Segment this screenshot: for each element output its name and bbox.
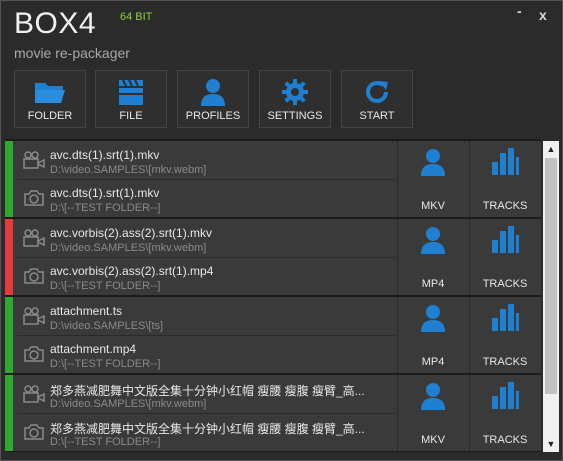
- profile-label: MKV: [421, 434, 445, 446]
- user-icon: [418, 147, 448, 182]
- tracks-label: TRACKS: [482, 356, 528, 368]
- profile-label: MP4: [421, 278, 445, 290]
- output-file-name: 郑多燕减肥舞中文版全集十分钟小红帽 瘦腰 瘦腹 瘦臂_高...: [50, 422, 365, 436]
- profile-button[interactable]: MKV: [397, 141, 468, 217]
- source-file-row[interactable]: 郑多燕减肥舞中文版全集十分钟小红帽 瘦腰 瘦腹 瘦臂_高... D:\video…: [17, 377, 395, 413]
- close-button[interactable]: x: [539, 7, 547, 23]
- output-file-row[interactable]: avc.dts(1).srt(1).mkv D:\[--TEST FOLDER-…: [17, 181, 395, 217]
- profiles-button[interactable]: PROFILES: [177, 70, 249, 128]
- output-file-path: D:\[--TEST FOLDER--]: [50, 280, 161, 292]
- row-divider: [17, 335, 395, 336]
- movie-camera-icon: [23, 385, 45, 408]
- output-file-name: avc.vorbis(2).ass(2).srt(1).mp4: [50, 264, 214, 278]
- output-file-path: D:\[--TEST FOLDER--]: [50, 436, 161, 448]
- output-file-name: avc.dts(1).srt(1).mkv: [50, 186, 160, 200]
- job-item[interactable]: attachment.ts D:\video.SAMPLES\[ts] atta…: [5, 297, 541, 373]
- tracks-label: TRACKS: [482, 200, 528, 212]
- source-file-path: D:\video.SAMPLES\[mkv.webm]: [50, 242, 207, 254]
- job-item[interactable]: 郑多燕减肥舞中文版全集十分钟小红帽 瘦腰 瘦腹 瘦臂_高... D:\video…: [5, 375, 541, 451]
- row-divider: [17, 179, 395, 180]
- settings-button[interactable]: SETTINGS: [259, 70, 331, 128]
- folder-label: FOLDER: [27, 110, 73, 122]
- tracks-button[interactable]: TRACKS: [469, 297, 540, 373]
- bar-chart-icon: [490, 381, 520, 416]
- bar-chart-icon: [490, 303, 520, 338]
- folder-button[interactable]: FOLDER: [14, 70, 86, 128]
- row-divider: [17, 257, 395, 258]
- app-title: BOX4: [14, 7, 97, 40]
- refresh-icon: [362, 77, 392, 112]
- tracks-button[interactable]: TRACKS: [469, 141, 540, 217]
- vertical-scrollbar[interactable]: ▲ ▼: [543, 141, 559, 452]
- movie-camera-icon: [23, 151, 45, 174]
- tracks-label: TRACKS: [482, 434, 528, 446]
- camera-icon: [23, 423, 45, 446]
- output-file-path: D:\[--TEST FOLDER--]: [50, 202, 161, 214]
- output-file-row[interactable]: avc.vorbis(2).ass(2).srt(1).mp4 D:\[--TE…: [17, 259, 395, 295]
- movie-camera-icon: [23, 307, 45, 330]
- status-indicator: [5, 375, 13, 451]
- bar-chart-icon: [490, 225, 520, 260]
- movie-camera-icon: [23, 229, 45, 252]
- source-file-name: avc.vorbis(2).ass(2).srt(1).mkv: [50, 226, 213, 240]
- source-file-name: 郑多燕减肥舞中文版全集十分钟小红帽 瘦腰 瘦腹 瘦臂_高...: [50, 384, 365, 398]
- camera-icon: [23, 189, 45, 212]
- source-file-path: D:\video.SAMPLES\[mkv.webm]: [50, 398, 207, 410]
- output-file-path: D:\[--TEST FOLDER--]: [50, 358, 161, 370]
- source-file-row[interactable]: avc.dts(1).srt(1).mkv D:\video.SAMPLES\[…: [17, 143, 395, 179]
- gear-icon: [280, 77, 310, 112]
- tracks-label: TRACKS: [482, 278, 528, 290]
- job-list: avc.dts(1).srt(1).mkv D:\video.SAMPLES\[…: [5, 139, 541, 452]
- user-icon: [418, 303, 448, 338]
- job-item[interactable]: avc.dts(1).srt(1).mkv D:\video.SAMPLES\[…: [5, 141, 541, 217]
- source-file-name: avc.dts(1).srt(1).mkv: [50, 148, 160, 162]
- status-indicator: [5, 297, 13, 373]
- profile-label: MP4: [421, 356, 445, 368]
- app-subtitle: movie re-packager: [14, 45, 130, 61]
- tracks-button[interactable]: TRACKS: [469, 375, 540, 451]
- output-file-name: attachment.mp4: [50, 342, 137, 356]
- scroll-down-button[interactable]: ▼: [543, 436, 559, 452]
- title-area: BOX4: [14, 7, 96, 41]
- camera-icon: [23, 267, 45, 290]
- profile-button[interactable]: MP4: [397, 297, 468, 373]
- user-icon: [198, 77, 228, 112]
- scroll-thumb[interactable]: [545, 158, 557, 394]
- file-button[interactable]: FILE: [95, 70, 167, 128]
- status-indicator: [5, 141, 13, 217]
- camera-icon: [23, 345, 45, 368]
- scroll-up-button[interactable]: ▲: [543, 141, 559, 157]
- source-file-row[interactable]: avc.vorbis(2).ass(2).srt(1).mkv D:\video…: [17, 221, 395, 257]
- minimize-button[interactable]: -: [517, 3, 522, 19]
- output-file-row[interactable]: 郑多燕减肥舞中文版全集十分钟小红帽 瘦腰 瘦腹 瘦臂_高... D:\[--TE…: [17, 415, 395, 451]
- folder-icon: [33, 77, 67, 110]
- source-file-row[interactable]: attachment.ts D:\video.SAMPLES\[ts]: [17, 299, 395, 335]
- row-divider: [17, 413, 395, 414]
- clapperboard-icon: [116, 77, 146, 112]
- bar-chart-icon: [490, 147, 520, 182]
- tracks-button[interactable]: TRACKS: [469, 219, 540, 295]
- app-window: BOX4 64 BIT movie re-packager - x FOLDER…: [0, 0, 563, 461]
- source-file-path: D:\video.SAMPLES\[mkv.webm]: [50, 164, 207, 176]
- app-bits-label: 64 BIT: [120, 11, 153, 23]
- status-indicator: [5, 219, 13, 295]
- job-item[interactable]: avc.vorbis(2).ass(2).srt(1).mkv D:\video…: [5, 219, 541, 295]
- source-file-name: attachment.ts: [50, 304, 123, 318]
- user-icon: [418, 225, 448, 260]
- source-file-path: D:\video.SAMPLES\[ts]: [50, 320, 164, 332]
- profile-button[interactable]: MKV: [397, 375, 468, 451]
- user-icon: [418, 381, 448, 416]
- profile-label: MKV: [421, 200, 445, 212]
- profile-button[interactable]: MP4: [397, 219, 468, 295]
- start-button[interactable]: START: [341, 70, 413, 128]
- output-file-row[interactable]: attachment.mp4 D:\[--TEST FOLDER--]: [17, 337, 395, 373]
